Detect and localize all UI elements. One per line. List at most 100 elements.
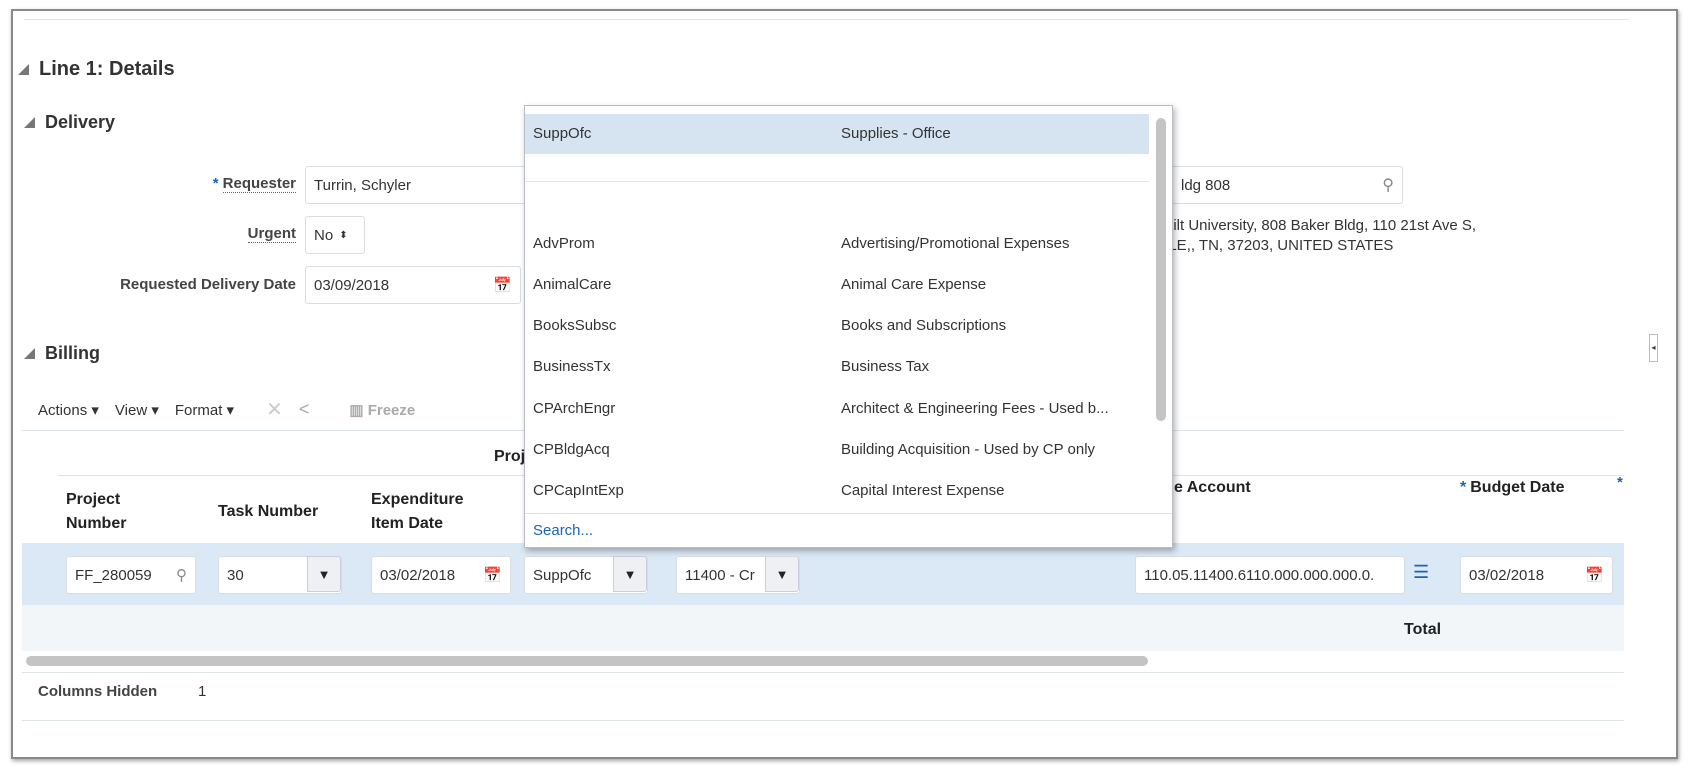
exp-date-value: 03/02/2018 (380, 566, 456, 584)
address-line-2: LLE,, TN, 37203, UNITED STATES (1160, 237, 1394, 254)
col-budget-date[interactable]: Budget Date (1470, 479, 1564, 496)
item-code: CPArchEngr (533, 400, 616, 417)
urgent-value: No (314, 226, 334, 244)
search-icon[interactable]: ⚲ (1382, 175, 1394, 195)
actions-menu[interactable]: Actions ▾ (38, 401, 99, 419)
expenditure-type-select[interactable]: SuppOfc ▼ (524, 556, 648, 594)
required-icon: * (1617, 474, 1623, 491)
exp-type-value: SuppOfc (533, 566, 592, 584)
item-code: CPBldgAcq (533, 441, 610, 458)
dropdown-arrow-icon[interactable]: ▼ (765, 557, 799, 592)
col-task-number[interactable]: Task Number (218, 500, 318, 524)
total-label: Total (1404, 621, 1442, 638)
billing-title: Billing (45, 343, 100, 363)
delivery-header[interactable]: Delivery (24, 112, 115, 133)
organization-select[interactable]: 11400 - Cr ▼ (676, 556, 800, 594)
urgent-label-text: Urgent (247, 225, 296, 243)
horizontal-scrollbar[interactable] (26, 656, 1148, 666)
popup-item[interactable]: BooksSubsc Books and Subscriptions (525, 306, 1149, 346)
calendar-icon[interactable]: 📅 (483, 566, 502, 584)
billing-header[interactable]: Billing (24, 343, 100, 364)
collapse-triangle-icon (24, 117, 35, 128)
freeze-label: Freeze (367, 401, 416, 419)
popup-item[interactable]: AnimalCare Animal Care Expense (525, 265, 1149, 305)
col-project-number[interactable]: Project Number (66, 488, 176, 536)
popup-item-selected[interactable]: SuppOfc Supplies - Office (525, 114, 1149, 154)
address: rbilt University, 808 Baker Bldg, 110 21… (1160, 216, 1476, 256)
location-value: ldg 808 (1181, 176, 1231, 194)
section-header[interactable]: Line 1: Details (18, 58, 175, 81)
delivery-date-input[interactable]: 03/09/2018 📅 (305, 266, 521, 304)
item-desc: Advertising/Promotional Expenses (841, 235, 1070, 252)
dropdown-arrow-icon[interactable]: ▼ (613, 556, 647, 592)
requester-input[interactable]: Turrin, Schyler (305, 166, 535, 204)
divider (24, 19, 1629, 20)
task-select[interactable]: 30 ▼ (218, 556, 342, 594)
budget-date-input[interactable]: 03/02/2018 📅 (1460, 556, 1613, 594)
table-toolbar: Actions ▾ View ▾ Format ▾ ✕ < ▥ Freeze (38, 397, 415, 422)
total-row (22, 605, 1624, 651)
calendar-icon[interactable]: 📅 (1585, 566, 1604, 584)
popup-item[interactable]: BusinessTx Business Tax (525, 347, 1149, 387)
date-label: Requested Delivery Date (120, 276, 296, 293)
updown-icon: ⬍ (339, 229, 348, 241)
required-icon: * (212, 175, 219, 192)
popup-item[interactable]: CPArchEngr Architect & Engineering Fees -… (525, 389, 1149, 429)
collapse-pane-handle[interactable]: ◂ (1649, 334, 1658, 362)
divider (525, 513, 1172, 514)
address-line-1: rbilt University, 808 Baker Bldg, 110 21… (1160, 217, 1476, 234)
account-lookup-icon[interactable]: ☰ (1413, 562, 1429, 583)
item-desc: Business Tax (841, 358, 930, 375)
item-code: AdvProm (533, 235, 595, 252)
delete-icon[interactable]: ✕ (266, 397, 283, 422)
urgent-label: Urgent (100, 225, 296, 243)
col-expenditure-date[interactable]: Expenditure Item Date (371, 488, 481, 536)
item-desc: Capital Interest Expense (841, 482, 1005, 499)
item-code: SuppOfc (533, 125, 592, 142)
item-desc: Books and Subscriptions (841, 317, 1007, 334)
item-code: BooksSubsc (533, 317, 617, 334)
view-menu[interactable]: View ▾ (115, 401, 159, 419)
group-header: Proj (494, 448, 526, 465)
dropdown-arrow-icon[interactable]: ▼ (307, 556, 341, 592)
required-icon: * (1460, 479, 1467, 496)
budget-date-value: 03/02/2018 (1469, 566, 1545, 584)
format-label: Format (174, 401, 223, 419)
item-desc: Building Acquisition - Used by CP only (841, 441, 1096, 458)
charge-account-input[interactable]: 110.05.11400.6110.000.000.000.0. (1135, 556, 1405, 594)
columns-hidden-label: Columns Hidden (38, 683, 158, 700)
share-icon[interactable]: < (299, 399, 310, 420)
exp-date-input[interactable]: 03/02/2018 📅 (371, 556, 511, 594)
popup-scrollbar[interactable] (1156, 118, 1166, 421)
org-value: 11400 - Cr (685, 566, 755, 584)
item-code: BusinessTx (533, 358, 611, 375)
item-desc: Supplies - Office (841, 125, 951, 142)
item-desc: Animal Care Expense (841, 276, 987, 293)
columns-hidden-value: 1 (198, 683, 207, 700)
project-input[interactable]: FF_280059 ⚲ (66, 556, 196, 594)
urgent-select[interactable]: No ⬍ (305, 216, 365, 254)
collapse-triangle-icon (18, 64, 29, 75)
divider (525, 181, 1149, 182)
popup-item[interactable]: AdvProm Advertising/Promotional Expenses (525, 224, 1149, 264)
item-desc: Architect & Engineering Fees - Used b... (841, 400, 1109, 417)
delivery-title: Delivery (45, 112, 116, 132)
calendar-icon[interactable]: 📅 (493, 276, 512, 294)
format-menu[interactable]: Format ▾ (175, 401, 234, 419)
charge-account-value: 110.05.11400.6110.000.000.000.0. (1144, 566, 1375, 584)
divider (22, 720, 1624, 721)
expenditure-type-popup: SuppOfc Supplies - Office AdvProm Advertis… (524, 105, 1173, 548)
popup-item[interactable]: CPCapIntExp Capital Interest Expense (525, 471, 1149, 511)
search-icon[interactable]: ⚲ (176, 566, 187, 584)
project-value: FF_280059 (75, 566, 152, 584)
popup-item[interactable]: CPBldgAcq Building Acquisition - Used by … (525, 430, 1149, 470)
item-code: CPCapIntExp (533, 482, 624, 499)
date-value: 03/09/2018 (314, 276, 390, 294)
requester-label: * Requester (100, 175, 296, 193)
collapse-triangle-icon (24, 348, 35, 359)
page-title: Line 1: Details (39, 58, 175, 80)
freeze-button[interactable]: ▥ Freeze (349, 401, 415, 419)
item-code: AnimalCare (533, 276, 612, 293)
view-label: View (114, 401, 148, 419)
search-link[interactable]: Search... (533, 522, 593, 539)
